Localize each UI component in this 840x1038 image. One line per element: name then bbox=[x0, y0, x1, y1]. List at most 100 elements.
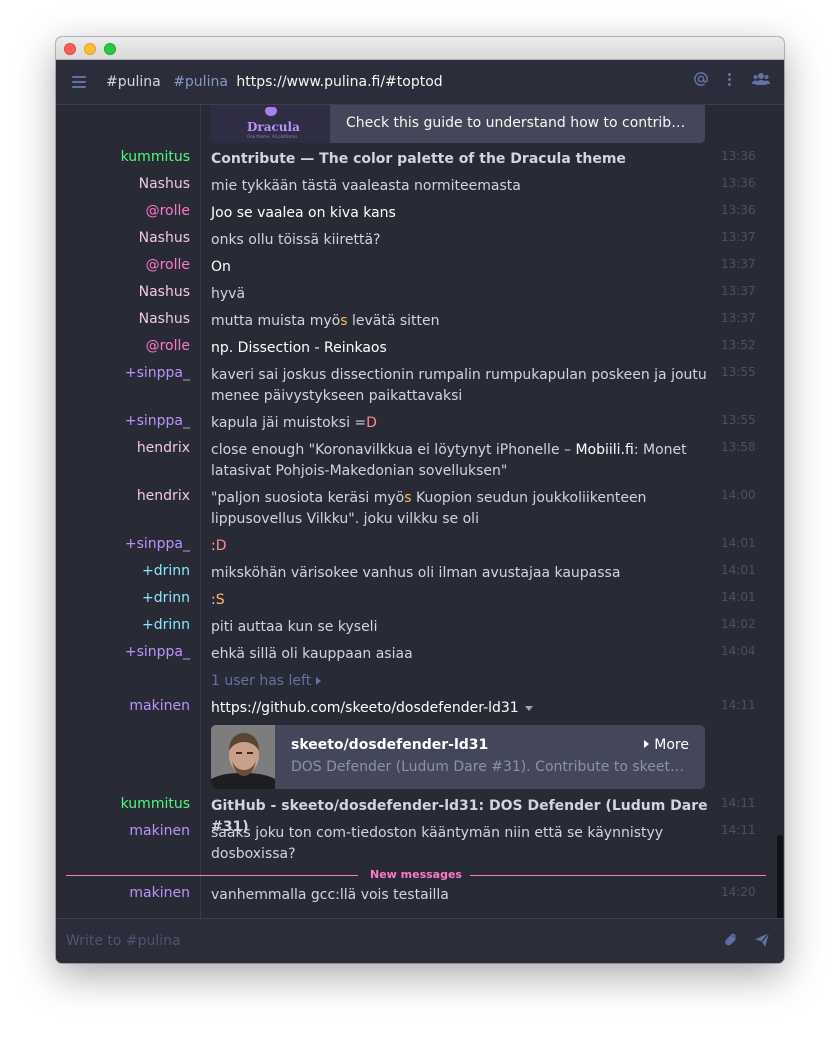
maximize-window-button[interactable] bbox=[104, 43, 116, 55]
message-text: On bbox=[211, 259, 231, 275]
nick[interactable]: makinen bbox=[129, 698, 190, 714]
scrollbar[interactable] bbox=[777, 835, 783, 918]
message-text: "paljon suosiota keräsi myös Kuopion seu… bbox=[211, 490, 647, 527]
new-messages-label: New messages bbox=[370, 868, 462, 881]
thumbnail-subtitle: One theme. All platforms. bbox=[247, 134, 299, 139]
nick[interactable]: @rolle bbox=[146, 203, 190, 219]
message-text: np. Dissection - Reinkaos bbox=[211, 340, 387, 356]
timestamp: 14:01 bbox=[721, 590, 756, 604]
message-text: mutta muista myös levätä sitten bbox=[211, 313, 440, 329]
nick[interactable]: kummitus bbox=[121, 796, 190, 812]
timestamp: 14:01 bbox=[721, 536, 756, 550]
paperclip-icon[interactable] bbox=[724, 932, 738, 948]
thumbnail-title: Dracula bbox=[247, 120, 300, 134]
message-text: kapula jäi muistoksi =D bbox=[211, 415, 377, 431]
timestamp: 14:11 bbox=[721, 796, 756, 810]
timestamp: 13:55 bbox=[721, 365, 756, 379]
timestamp: 14:01 bbox=[721, 563, 756, 577]
message-composer: Write to #pulina bbox=[56, 918, 784, 963]
menu-icon[interactable] bbox=[72, 76, 86, 88]
nick[interactable]: @rolle bbox=[146, 338, 190, 354]
message-text: onks ollu töissä kiirettä? bbox=[211, 232, 381, 248]
send-icon[interactable] bbox=[754, 932, 770, 948]
timestamp: 13:36 bbox=[721, 149, 756, 163]
message-input[interactable]: Write to #pulina bbox=[66, 933, 181, 949]
preview-description: Check this guide to understand how to co… bbox=[346, 115, 690, 131]
message-text: saaks joku ton com-tiedoston kääntymän n… bbox=[211, 825, 664, 862]
nick[interactable]: +sinppa_ bbox=[125, 413, 190, 429]
channel-name: #pulina bbox=[106, 74, 161, 90]
timestamp: 13:37 bbox=[721, 284, 756, 298]
message-text: https://github.com/skeeto/dosdefender-ld… bbox=[211, 698, 709, 719]
message-text: Contribute — The color palette of the Dr… bbox=[211, 151, 626, 167]
message-list[interactable]: Dracula One theme. All platforms. Check … bbox=[56, 105, 784, 918]
nick[interactable]: Nashus bbox=[139, 230, 190, 246]
title-bar bbox=[56, 37, 784, 60]
nick[interactable]: kummitus bbox=[121, 149, 190, 165]
timestamp: 14:11 bbox=[721, 823, 756, 837]
nick[interactable]: +drinn bbox=[142, 563, 190, 579]
timestamp: 14:04 bbox=[721, 644, 756, 658]
message-link[interactable]: https://github.com/skeeto/dosdefender-ld… bbox=[211, 700, 519, 716]
message-text: ehkä sillä oli kauppaan asiaa bbox=[211, 646, 413, 662]
timestamp: 13:37 bbox=[721, 311, 756, 325]
link-preview-github[interactable]: skeeto/dosdefender-ld31 More DOS Defende… bbox=[211, 725, 705, 789]
nick[interactable]: +drinn bbox=[142, 590, 190, 606]
expand-caret-icon[interactable] bbox=[316, 677, 322, 685]
nick[interactable]: Nashus bbox=[139, 311, 190, 327]
topic-channel-link[interactable]: #pulina bbox=[173, 74, 228, 90]
preview-avatar bbox=[211, 725, 275, 789]
message-text: mie tykkään tästä vaaleasta normiteemast… bbox=[211, 178, 521, 194]
topic-url-link[interactable]: https://www.pulina.fi/#toptod bbox=[236, 74, 442, 90]
preview-more-button[interactable]: More bbox=[644, 737, 689, 753]
message-text: miksköhän värisokee vanhus oli ilman avu… bbox=[211, 565, 621, 581]
timestamp: 14:20 bbox=[721, 885, 756, 899]
users-icon[interactable] bbox=[752, 72, 770, 86]
timestamp: 14:00 bbox=[721, 488, 756, 502]
more-vertical-icon[interactable] bbox=[728, 72, 732, 86]
at-icon[interactable] bbox=[694, 72, 708, 86]
message-text: :D bbox=[211, 538, 227, 554]
nick[interactable]: +drinn bbox=[142, 617, 190, 633]
nick[interactable]: +sinppa_ bbox=[125, 365, 190, 381]
dracula-logo-icon bbox=[265, 107, 277, 116]
timestamp: 13:36 bbox=[721, 203, 756, 217]
timestamp: 13:37 bbox=[721, 257, 756, 271]
preview-title: skeeto/dosdefender-ld31 bbox=[291, 737, 489, 753]
timestamp: 13:58 bbox=[721, 440, 756, 454]
timestamp: 13:52 bbox=[721, 338, 756, 352]
app-window: #pulina #pulina https://www.pulina.fi/#t… bbox=[56, 37, 784, 963]
nick[interactable]: hendrix bbox=[137, 488, 190, 504]
timestamp: 13:55 bbox=[721, 413, 756, 427]
nick-divider bbox=[200, 105, 201, 918]
nick[interactable]: +sinppa_ bbox=[125, 536, 190, 552]
timestamp: 14:02 bbox=[721, 617, 756, 631]
nick[interactable]: makinen bbox=[129, 885, 190, 901]
message-text: Joo se vaalea on kiva kans bbox=[211, 205, 396, 221]
preview-description: DOS Defender (Ludum Dare #31). Contribut… bbox=[291, 759, 687, 775]
message-text: hyvä bbox=[211, 286, 246, 302]
message-text: piti auttaa kun se kyseli bbox=[211, 619, 378, 635]
link-preview-dracula[interactable]: Dracula One theme. All platforms. Check … bbox=[211, 105, 705, 143]
nick[interactable]: hendrix bbox=[137, 440, 190, 456]
message-text: vanhemmalla gcc:llä vois testailla bbox=[211, 887, 449, 903]
message-text: close enough "Koronavilkkua ei löytynyt … bbox=[211, 442, 687, 479]
timestamp: 13:36 bbox=[721, 176, 756, 190]
nick[interactable]: +sinppa_ bbox=[125, 644, 190, 660]
toggle-preview-icon[interactable] bbox=[524, 705, 533, 711]
nick[interactable]: Nashus bbox=[139, 176, 190, 192]
new-messages-separator: New messages bbox=[66, 868, 766, 882]
expand-more-icon bbox=[644, 740, 650, 748]
close-window-button[interactable] bbox=[64, 43, 76, 55]
nick[interactable]: makinen bbox=[129, 823, 190, 839]
nick[interactable]: Nashus bbox=[139, 284, 190, 300]
minimize-window-button[interactable] bbox=[84, 43, 96, 55]
nick[interactable]: @rolle bbox=[146, 257, 190, 273]
preview-thumbnail: Dracula One theme. All platforms. bbox=[211, 105, 330, 143]
message-text: kaveri sai joskus dissectionin rumpalin … bbox=[211, 367, 707, 404]
message-text: :S bbox=[211, 592, 225, 608]
user-left-notice[interactable]: 1 user has left bbox=[211, 671, 709, 692]
channel-header: #pulina #pulina https://www.pulina.fi/#t… bbox=[56, 60, 784, 105]
timestamp: 14:11 bbox=[721, 698, 756, 712]
timestamp: 13:37 bbox=[721, 230, 756, 244]
